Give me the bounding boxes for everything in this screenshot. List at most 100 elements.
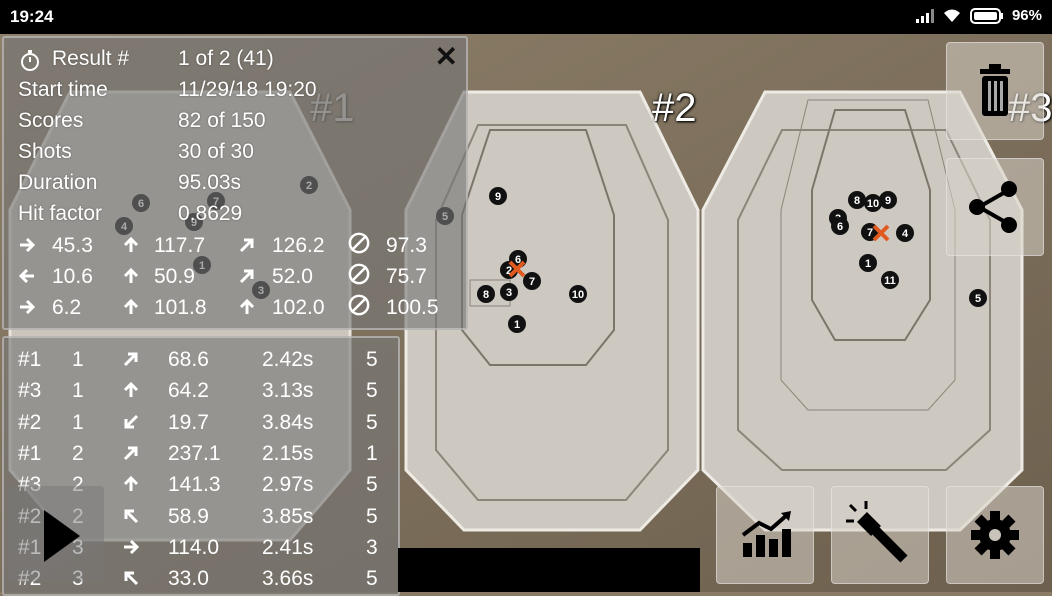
shot-row[interactable]: #3 1 64.2 3.13s 5 bbox=[18, 375, 398, 406]
shot-number: 1 bbox=[72, 410, 84, 434]
hole-label: 5 bbox=[975, 293, 981, 305]
shot-distance: 58.9 bbox=[168, 504, 209, 528]
stopwatch-icon bbox=[21, 50, 39, 71]
shot-target: #1 bbox=[18, 348, 42, 371]
stat-value: 45.3 bbox=[52, 234, 93, 257]
shot-distance: 33.0 bbox=[168, 567, 209, 591]
arrow-left-icon bbox=[18, 268, 34, 284]
duration-value: 95.03s bbox=[178, 171, 242, 194]
arrow-up-icon bbox=[239, 298, 255, 314]
diameter-icon bbox=[348, 232, 370, 254]
stat-value: 52.0 bbox=[272, 265, 313, 288]
arrow-right-icon bbox=[20, 299, 36, 315]
scores-label: Scores bbox=[18, 109, 84, 132]
signal-icon bbox=[915, 8, 934, 23]
shot-row[interactable]: #1 1 68.6 2.42s 5 bbox=[18, 344, 398, 375]
shot-score: 5 bbox=[366, 379, 378, 403]
shot-time: 3.13s bbox=[262, 379, 314, 403]
flashlight-button[interactable] bbox=[831, 486, 929, 584]
hole-label: 1 bbox=[514, 319, 520, 331]
hole-label: 10 bbox=[572, 289, 584, 301]
status-bar: 19:24 96% bbox=[0, 0, 1052, 34]
shot-distance: 64.2 bbox=[168, 379, 209, 403]
scores-value: 82 of 150 bbox=[178, 109, 266, 132]
stat-value: 10.6 bbox=[52, 265, 93, 288]
share-button[interactable] bbox=[946, 158, 1044, 256]
shot-time: 3.85s bbox=[262, 504, 314, 528]
status-time: 19:24 bbox=[10, 7, 54, 26]
arrow-up-right-icon bbox=[239, 238, 254, 253]
hole-label: 4 bbox=[902, 228, 909, 240]
hole-label: 9 bbox=[885, 195, 891, 207]
stats-row: 6.2 101.8 102.0 100.5 bbox=[18, 292, 458, 323]
duration-label: Duration bbox=[18, 171, 98, 194]
battery-icon bbox=[969, 7, 1003, 24]
flashlight-icon bbox=[846, 501, 908, 563]
shot-target: #2 bbox=[18, 410, 42, 434]
shot-distance: 19.7 bbox=[168, 410, 209, 434]
play-icon bbox=[44, 510, 80, 562]
arrow-up-icon bbox=[123, 236, 139, 252]
stat-value: 101.8 bbox=[154, 296, 207, 319]
gear-icon bbox=[971, 511, 1019, 559]
hole-label: 7 bbox=[867, 227, 873, 239]
hole-label: 10 bbox=[867, 198, 879, 210]
hit-factor-value: 0.8629 bbox=[178, 202, 243, 225]
diameter-icon bbox=[348, 263, 370, 285]
arrow-up-right-icon bbox=[239, 269, 254, 284]
diameter-icon bbox=[348, 294, 370, 316]
wifi-icon bbox=[943, 9, 960, 22]
arrow-right-icon bbox=[124, 539, 140, 554]
arrow-down-left-icon bbox=[124, 414, 139, 429]
chart-trend-icon bbox=[741, 511, 791, 557]
result-panel: ✕ Result # 1 of 2 (41) Start time 11/29/1… bbox=[2, 36, 468, 330]
shot-distance: 237.1 bbox=[168, 441, 221, 465]
shot-distance: 68.6 bbox=[168, 348, 209, 371]
hole-label: 8 bbox=[854, 195, 860, 207]
stat-value: 102.0 bbox=[272, 296, 325, 319]
shot-number: 1 bbox=[72, 348, 84, 371]
arrow-up-left-icon bbox=[124, 509, 139, 523]
shot-row[interactable]: #2 1 19.7 3.84s 5 bbox=[18, 407, 398, 438]
shot-distance: 141.3 bbox=[168, 473, 221, 497]
shot-number: 2 bbox=[72, 441, 84, 465]
shot-score: 1 bbox=[366, 441, 378, 465]
shot-time: 2.97s bbox=[262, 473, 314, 497]
stat-value: 75.7 bbox=[386, 265, 427, 288]
play-button[interactable] bbox=[8, 486, 104, 582]
shot-time: 3.66s bbox=[262, 567, 314, 591]
stats-button[interactable] bbox=[716, 486, 814, 584]
hole-label: 1 bbox=[865, 258, 871, 270]
arrow-up-right-icon bbox=[123, 352, 138, 367]
arrow-right-icon bbox=[20, 237, 36, 253]
shot-distance: 114.0 bbox=[168, 535, 219, 559]
stat-value: 126.2 bbox=[272, 234, 325, 257]
result-label: Result # bbox=[52, 47, 130, 70]
shot-score: 5 bbox=[366, 567, 378, 591]
shot-score: 3 bbox=[366, 535, 378, 559]
stat-value: 50.9 bbox=[154, 265, 195, 288]
delete-button[interactable] bbox=[946, 42, 1044, 140]
shot-number: 1 bbox=[72, 379, 84, 403]
hole-label: 3 bbox=[506, 287, 512, 299]
shot-score: 5 bbox=[366, 410, 378, 434]
shot-row[interactable]: #1 2 237.1 2.15s 1 bbox=[18, 438, 398, 469]
stat-value: 117.7 bbox=[154, 234, 205, 257]
shot-time: 2.15s bbox=[262, 441, 314, 465]
shot-time: 2.42s bbox=[262, 348, 314, 371]
stats-row: 45.3 117.7 126.2 97.3 bbox=[18, 230, 458, 261]
shots-label: Shots bbox=[18, 140, 72, 163]
settings-button[interactable] bbox=[946, 486, 1044, 584]
status-icons: 96% bbox=[915, 7, 1042, 24]
hole-label: 7 bbox=[529, 276, 535, 288]
arrow-up-icon bbox=[123, 298, 139, 314]
hole-label: 6 bbox=[837, 221, 843, 233]
hole-label: 9 bbox=[495, 191, 501, 203]
hole-label: 8 bbox=[483, 289, 489, 301]
start-time-label: Start time bbox=[18, 78, 108, 101]
share-icon bbox=[969, 181, 1017, 233]
arrow-up-icon bbox=[123, 267, 139, 283]
arrow-up-left-icon bbox=[124, 571, 139, 586]
stat-value: 97.3 bbox=[386, 234, 427, 257]
shots-value: 30 of 30 bbox=[178, 140, 254, 163]
